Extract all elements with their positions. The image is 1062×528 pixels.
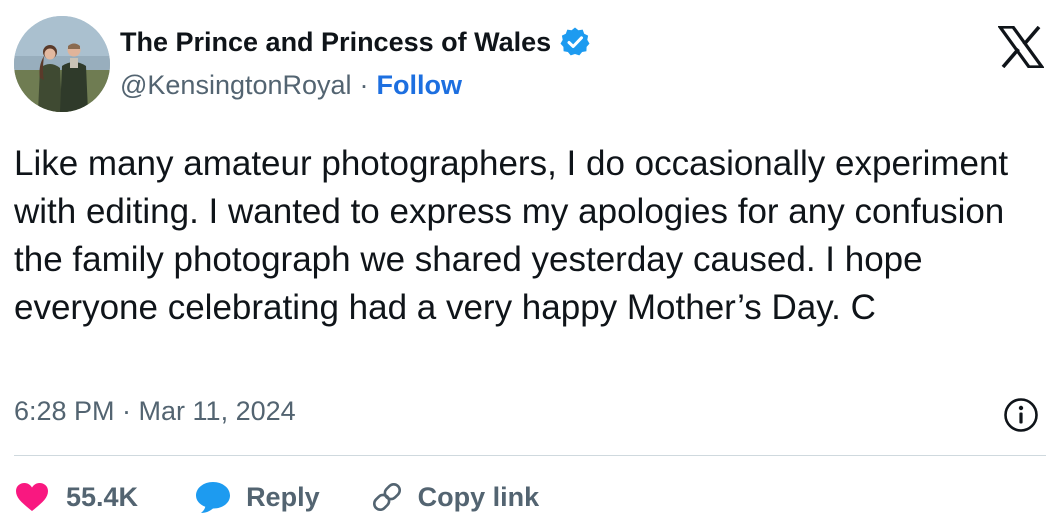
copy-link-button[interactable]: Copy link: [370, 480, 540, 514]
like-button[interactable]: 55.4K: [14, 481, 138, 513]
heart-icon: [16, 483, 48, 511]
info-icon[interactable]: [1003, 397, 1039, 433]
separator-dot: ·: [359, 70, 369, 100]
tweet-body-text: Like many amateur photographers, I do oc…: [14, 144, 1009, 327]
like-count: 55.4K: [66, 481, 139, 512]
copy-link-label: Copy link: [417, 481, 540, 512]
tweet-timestamp[interactable]: 6:28 PM · Mar 11, 2024: [14, 396, 296, 427]
verified-badge-icon: [560, 27, 590, 56]
reply-label: Reply: [246, 481, 320, 512]
reply-button[interactable]: Reply: [194, 480, 320, 514]
tweet-actions-bar: 55.4K Reply Copy link: [14, 474, 539, 520]
action-divider: [14, 455, 1046, 456]
author-name-row: The Prince and Princess of Wales: [120, 26, 591, 58]
author-handle[interactable]: @KensingtonRoyal: [120, 70, 352, 101]
x-logo-icon[interactable]: [998, 26, 1044, 68]
reply-bubble-icon: [196, 482, 231, 513]
profile-avatar[interactable]: [14, 16, 110, 112]
handle-row: @KensingtonRoyal · Follow: [120, 70, 462, 101]
author-display-name[interactable]: The Prince and Princess of Wales: [120, 27, 551, 58]
follow-button[interactable]: Follow: [377, 70, 462, 101]
link-icon: [372, 482, 401, 512]
